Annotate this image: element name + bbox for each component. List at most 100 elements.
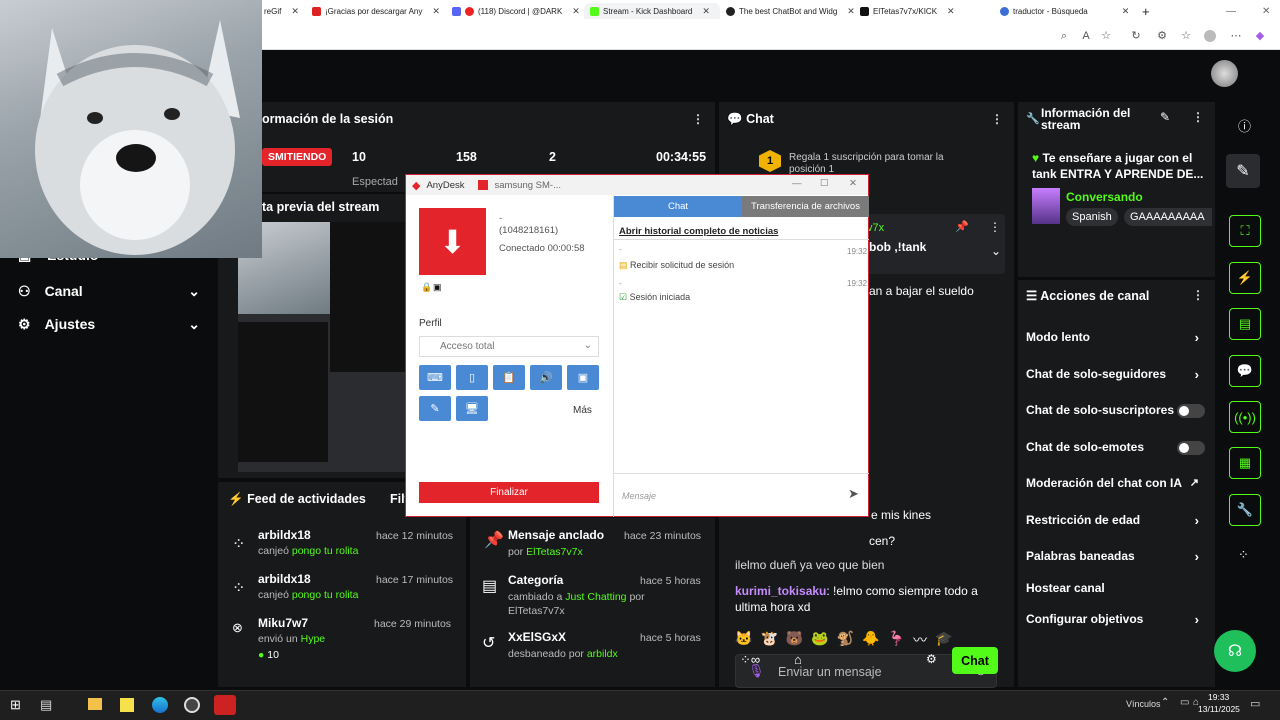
maximize-icon[interactable]: ☐ (820, 178, 829, 189)
refresh-icon[interactable]: ↻ (1130, 30, 1142, 42)
emote-icon[interactable]: 〰 (913, 630, 927, 648)
emote-icon[interactable]: 🦩 (888, 630, 905, 648)
emotes-only-toggle[interactable] (1177, 441, 1205, 455)
category-name[interactable]: Conversando (1066, 190, 1143, 204)
browser-tab[interactable]: The best ChatBot and Widg ✕ (720, 3, 854, 19)
channel-points-icon[interactable]: ⁘ (1238, 547, 1249, 563)
copilot-icon[interactable]: ◆ (1254, 30, 1266, 42)
session-tab[interactable]: samsung SM-... (494, 180, 561, 191)
more-button[interactable]: Más (573, 405, 592, 416)
notes-app-icon[interactable] (120, 698, 134, 712)
browser-tab[interactable]: (118) Discord | @DARK ✕ (446, 3, 584, 19)
browser-tab[interactable]: ¡Gracias por descargar Any ✕ (306, 3, 446, 19)
action-banned-words[interactable]: Palabras baneadas › (1026, 549, 1215, 567)
message-input[interactable]: Mensaje (622, 491, 656, 501)
action-host-channel[interactable]: Hostear canal (1026, 581, 1215, 599)
kebab-menu-icon[interactable]: ⋮ (692, 112, 704, 126)
chat-username[interactable]: kurimi_tokisaku (735, 584, 826, 598)
profile-select[interactable]: Acceso total ⌄ (419, 336, 599, 357)
close-icon[interactable]: ✕ (432, 6, 440, 17)
chevron-up-icon[interactable]: ⌃ (1161, 697, 1169, 708)
edge-browser-icon[interactable] (152, 697, 168, 713)
edit-pencil-icon[interactable]: ✎ (1226, 154, 1260, 188)
close-icon[interactable]: ✕ (847, 6, 854, 17)
draw-button[interactable]: ✎ (419, 396, 451, 421)
browser-tab[interactable]: reGif ✕ (258, 3, 306, 19)
notification-icon[interactable]: ▭ (1250, 697, 1260, 710)
stream-preview-video[interactable] (238, 222, 408, 472)
obs-icon[interactable] (184, 697, 200, 713)
sidebar-item-canal[interactable]: ⚇ Canal ⌄ (18, 283, 200, 300)
minimize-icon[interactable]: — (792, 178, 802, 189)
tab-chat[interactable]: Chat (614, 196, 742, 217)
close-icon[interactable]: ✕ (947, 6, 955, 17)
emote-icon[interactable]: 🐻 (786, 630, 803, 648)
action-ai-moderation[interactable]: Moderación del chat con IA ↗ (1026, 476, 1215, 494)
emote-icon[interactable]: 🎓 (935, 630, 952, 648)
chevron-down-icon[interactable]: ⌄ (991, 244, 1001, 258)
anydesk-taskbar-icon[interactable] (214, 695, 236, 715)
gift-banner-text[interactable]: Regala 1 suscripción para tomar la posic… (789, 152, 969, 176)
action-slow-mode[interactable]: Modo lento › (1026, 330, 1215, 348)
finish-session-button[interactable]: Finalizar (419, 482, 599, 503)
send-icon[interactable]: ➤ (848, 486, 859, 502)
action-goals[interactable]: Configurar objetivos › (1026, 612, 1215, 630)
more-icon[interactable]: ⋯ (1230, 30, 1242, 42)
favorite-star-icon[interactable]: ☆ (1100, 30, 1112, 42)
links-toolbar[interactable]: Vínculos (1126, 699, 1161, 709)
close-window-icon[interactable]: ✕ (1256, 3, 1276, 19)
bolt-icon[interactable]: ⚡ (1229, 262, 1261, 294)
audio-button[interactable]: 🔊 (530, 365, 562, 390)
history-link[interactable]: Abrir historial completo de noticias (619, 226, 778, 237)
extensions-icon[interactable]: ⚙ (1156, 30, 1168, 42)
favorites-icon[interactable]: ☆ (1180, 30, 1192, 42)
action-age-restriction[interactable]: Restricción de edad › (1026, 513, 1215, 531)
kebab-menu-icon[interactable]: ⋮ (1192, 110, 1204, 124)
kebab-menu-icon[interactable]: ⋮ (991, 112, 1003, 126)
notes-icon[interactable]: ▤ (1229, 308, 1261, 340)
chat-bubble-icon[interactable]: 💬 (1229, 355, 1261, 387)
close-icon[interactable]: ✕ (702, 6, 710, 17)
store-icon[interactable]: ⌂ (794, 652, 802, 667)
info-icon[interactable]: ⓘ (1238, 116, 1251, 135)
tab-file-transfer[interactable]: Transferencia de archivos (742, 196, 869, 217)
browser-tab[interactable]: ElTetas7v7x/KICK ✕ (854, 3, 992, 19)
action-followers-only[interactable]: Chat de solo-seguidores › (1026, 367, 1215, 385)
new-tab-button[interactable]: + (1136, 3, 1152, 19)
file-button[interactable]: ▯ (456, 365, 488, 390)
windows-start-icon[interactable]: ⊞ (10, 697, 21, 713)
close-icon[interactable]: ✕ (291, 6, 299, 17)
clipboard-button[interactable]: 📋 (493, 365, 525, 390)
feed-user[interactable]: arbildx18 (258, 572, 311, 586)
wrench-icon[interactable]: 🔧 (1229, 494, 1261, 526)
gear-icon[interactable]: ⚙ (926, 652, 937, 666)
emote-icon[interactable]: 🐥 (862, 630, 879, 648)
profile-avatar-icon[interactable] (1204, 30, 1216, 42)
emote-icon[interactable]: 🐮 (760, 630, 777, 648)
subscribers-only-toggle[interactable] (1177, 404, 1205, 418)
send-chat-button[interactable]: Chat (952, 647, 998, 674)
emote-icon[interactable]: 🐒 (837, 630, 854, 648)
emote-icon[interactable]: 🐱 (735, 630, 752, 648)
close-icon[interactable]: ✕ (849, 178, 857, 189)
screen-button[interactable]: ▣ (567, 365, 599, 390)
kebab-menu-icon[interactable]: ⋮ (1192, 288, 1204, 302)
support-headset-icon[interactable]: ☊ (1214, 630, 1256, 672)
zoom-icon[interactable]: ⌕ (1058, 30, 1070, 42)
battery-icon[interactable]: ▭ (1180, 697, 1189, 708)
task-view-icon[interactable]: ▤ (40, 697, 52, 713)
close-icon[interactable]: ✕ (1122, 6, 1130, 17)
input-control-button[interactable]: ⌨ (419, 365, 451, 390)
edit-pencil-icon[interactable]: ✎ (1160, 110, 1170, 124)
emote-icon[interactable]: 🐸 (811, 630, 828, 648)
sidebar-item-ajustes[interactable]: ⚙ Ajustes ⌄ (18, 316, 200, 333)
scan-icon[interactable]: ⛶ (1229, 215, 1261, 247)
browser-tab-active[interactable]: Stream - Kick Dashboard ✕ (584, 3, 720, 19)
broadcast-icon[interactable]: ((•)) (1229, 401, 1261, 433)
feed-user[interactable]: Miku7w7 (258, 616, 308, 630)
gallery-icon[interactable]: ▦ (1229, 447, 1261, 479)
minimize-icon[interactable]: — (1220, 3, 1242, 19)
file-explorer-icon[interactable] (88, 698, 102, 710)
kebab-menu-icon[interactable]: ⋮ (989, 220, 1001, 234)
browser-tab[interactable]: traductor - Búsqueda ✕ (994, 3, 1134, 19)
